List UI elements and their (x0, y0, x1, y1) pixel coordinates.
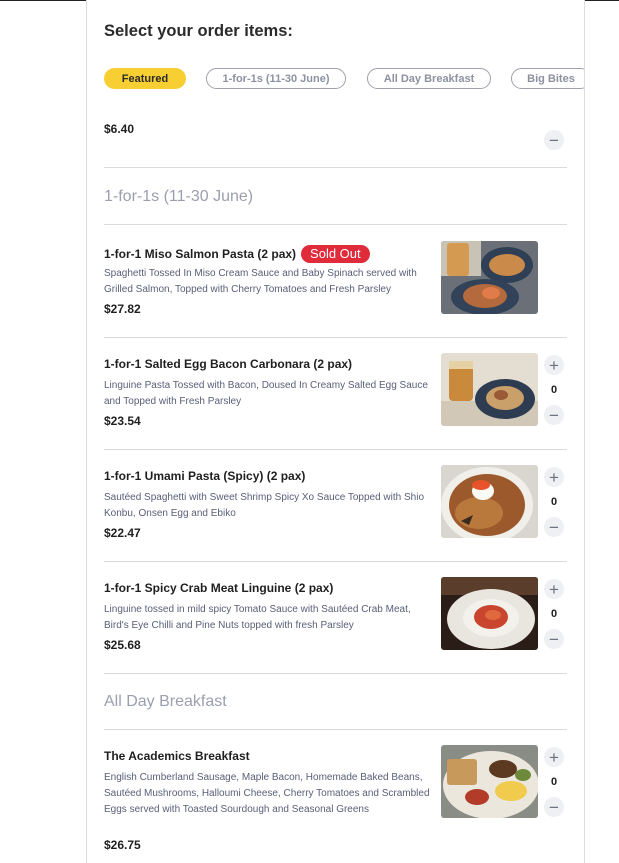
item-name: 1-for-1 Miso Salmon Pasta (2 pax) (104, 247, 297, 261)
divider (104, 673, 567, 674)
item-price: $22.47 (104, 526, 141, 540)
quantity-value: 0 (550, 776, 558, 788)
plus-icon: + (549, 355, 559, 375)
item-photo (441, 577, 538, 650)
item-description: Spaghetti Tossed In Miso Cream Sauce and… (104, 268, 417, 295)
quantity-value: 0 (550, 496, 558, 508)
tab-featured[interactable]: Featured (104, 68, 186, 89)
menu-item[interactable]: 1-for-1 Miso Salmon Pasta (2 pax) Sold O… (104, 241, 567, 325)
decrement-button[interactable]: − (544, 130, 564, 150)
item-description: Linguine tossed in mild spicy Tomato Sau… (104, 604, 411, 631)
item-photo (441, 465, 538, 538)
minus-icon: − (549, 405, 559, 425)
increment-button[interactable]: + (544, 355, 564, 375)
menu-item[interactable]: The Academics Breakfast English Cumberla… (104, 745, 567, 859)
menu-item[interactable]: 1-for-1 Salted Egg Bacon Carbonara (2 pa… (104, 353, 567, 437)
plus-icon: + (549, 747, 559, 767)
item-photo (441, 241, 538, 314)
tab-big-bites[interactable]: Big Bites (511, 68, 584, 89)
quantity-value: 0 (550, 608, 558, 620)
decrement-button[interactable]: − (544, 629, 564, 649)
page-title: Select your order items: (104, 22, 293, 40)
minus-icon: − (549, 629, 559, 649)
decrement-button[interactable]: − (544, 405, 564, 425)
item-description: English Cumberland Sausage, Maple Bacon,… (104, 772, 430, 815)
tab-all-day-breakfast[interactable]: All Day Breakfast (367, 68, 491, 89)
item-price: $6.40 (104, 122, 135, 136)
increment-button[interactable]: + (544, 747, 564, 767)
order-items-panel: Select your order items: Featured 1-for-… (86, 0, 585, 863)
sold-out-badge: Sold Out (301, 245, 370, 263)
item-photo (441, 353, 538, 426)
item-description: Linguine Pasta Tossed with Bacon, Doused… (104, 380, 428, 407)
item-photo (441, 745, 538, 818)
item-name: 1-for-1 Umami Pasta (Spicy) (2 pax) (104, 469, 306, 483)
item-price: $27.82 (104, 302, 141, 316)
plus-icon: + (549, 467, 559, 487)
item-name: 1-for-1 Salted Egg Bacon Carbonara (2 pa… (104, 357, 353, 371)
item-price: $25.68 (104, 638, 141, 652)
divider (104, 561, 567, 562)
divider (104, 729, 567, 730)
menu-item[interactable]: 1-for-1 Spicy Crab Meat Linguine (2 pax)… (104, 577, 567, 661)
item-price: $26.75 (104, 838, 141, 852)
item-name: 1-for-1 Spicy Crab Meat Linguine (2 pax) (104, 581, 334, 595)
item-description: Sautéed Spaghetti with Sweet Shrimp Spic… (104, 492, 425, 519)
tab-1-for-1s[interactable]: 1-for-1s (11-30 June) (206, 68, 346, 89)
divider (104, 449, 567, 450)
increment-button[interactable]: + (544, 579, 564, 599)
plus-icon: + (549, 579, 559, 599)
menu-item[interactable]: 1-for-1 Umami Pasta (Spicy) (2 pax) Saut… (104, 465, 567, 549)
decrement-button[interactable]: − (544, 517, 564, 537)
item-name: The Academics Breakfast (104, 749, 250, 763)
increment-button[interactable]: + (544, 467, 564, 487)
divider (104, 167, 567, 168)
item-name-row: 1-for-1 Miso Salmon Pasta (2 pax) Sold O… (104, 245, 370, 263)
minus-icon: − (549, 130, 559, 150)
divider (104, 224, 567, 225)
section-title-all-day-breakfast: All Day Breakfast (104, 693, 227, 710)
decrement-button[interactable]: − (544, 797, 564, 817)
item-price: $23.54 (104, 414, 141, 428)
section-title-1-for-1s: 1-for-1s (11-30 June) (104, 188, 254, 205)
category-tabs: Featured 1-for-1s (11-30 June) All Day B… (104, 68, 584, 92)
divider (104, 337, 567, 338)
minus-icon: − (549, 797, 559, 817)
quantity-value: 0 (550, 384, 558, 396)
minus-icon: − (549, 517, 559, 537)
